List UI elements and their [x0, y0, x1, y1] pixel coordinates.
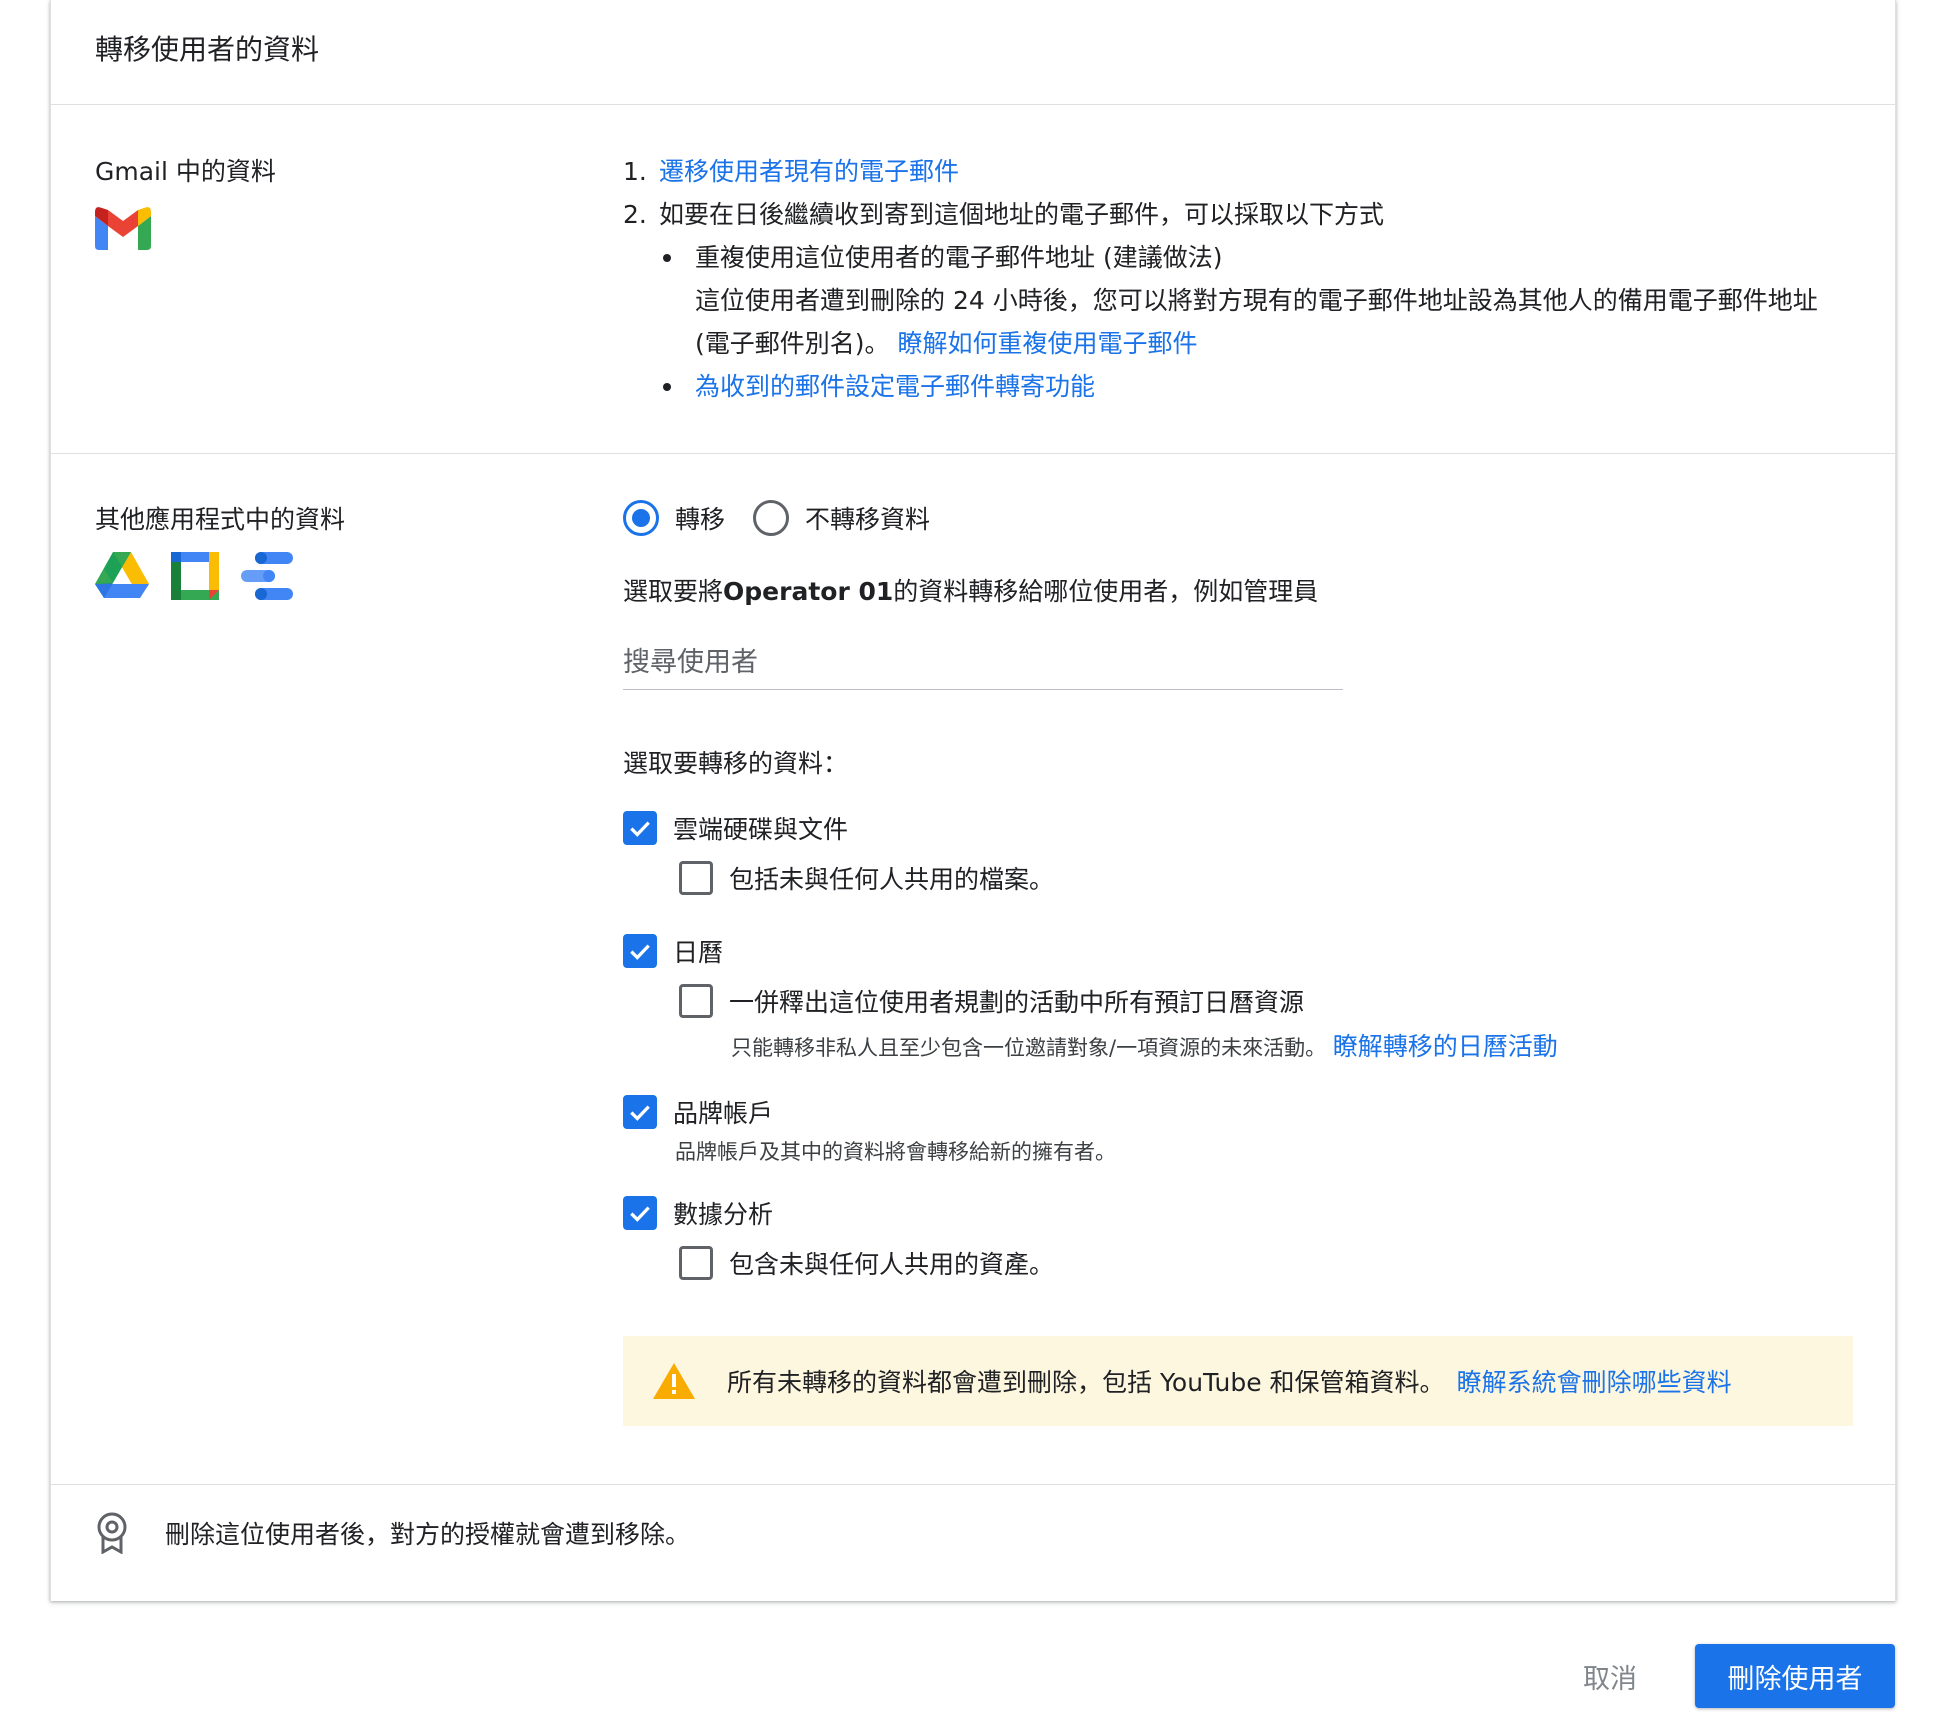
transfer-radio[interactable] [623, 500, 659, 536]
transfer-radio-label[interactable]: 轉移 [675, 500, 725, 536]
transfer-options: 轉移 不轉移資料 [623, 500, 958, 536]
transfer-radio-group: 轉移 不轉移資料 [623, 500, 958, 536]
dialog-title: 轉移使用者的資料 [95, 33, 320, 66]
divider [51, 104, 1895, 105]
license-removal-note: 刪除這位使用者後，對方的授權就會遭到移除。 [95, 1512, 690, 1554]
brand-checkbox-label[interactable]: 品牌帳戶 [673, 1094, 773, 1130]
other-apps-section-label: 其他應用程式中的資料 [95, 505, 346, 534]
drive-unshared-option: 包括未與任何人共用的檔案。 [679, 860, 1054, 896]
calendar-option: 日曆 [623, 933, 723, 969]
brand-option: 品牌帳戶 [623, 1094, 773, 1130]
calendar-checkbox[interactable] [623, 934, 657, 968]
other-apps-icons [95, 552, 293, 604]
no-transfer-radio[interactable] [753, 500, 790, 536]
license-removal-text: 刪除這位使用者後，對方的授權就會遭到移除。 [165, 1520, 691, 1549]
calendar-transfer-link[interactable]: 瞭解轉移的日曆活動 [1333, 1032, 1558, 1061]
transfer-data-card: 轉移使用者的資料 Gmail 中的資料 1. 遷移使用者現有的電子郵件 2. 如要在… [50, 0, 1896, 1601]
email-forwarding-link[interactable]: 為收到的郵件設定電子郵件轉寄功能 [695, 372, 1095, 401]
bullet-dot [663, 383, 671, 391]
forward-email-bullet: 為收到的郵件設定電子郵件轉寄功能 [623, 365, 1863, 408]
brand-checkbox[interactable] [623, 1095, 657, 1129]
calendar-release-checkbox-label[interactable]: 一併釋出這位使用者規劃的活動中所有預訂日曆資源 [729, 983, 1304, 1019]
reuse-email-bullet: 重複使用這位使用者的電子郵件地址 (建議做法) 這位使用者遭到刪除的 24 小時… [623, 236, 1863, 365]
drive-unshared-checkbox-label[interactable]: 包括未與任何人共用的檔案。 [729, 860, 1054, 896]
analytics-checkbox[interactable] [623, 1196, 657, 1230]
delete-user-button[interactable]: 刪除使用者 [1695, 1644, 1895, 1708]
divider [51, 1484, 1895, 1485]
select-data-prompt: 選取要轉移的資料： [623, 749, 849, 778]
drive-unshared-checkbox[interactable] [679, 861, 713, 895]
gmail-icon [95, 206, 151, 254]
analytics-unshared-checkbox[interactable] [679, 1246, 713, 1280]
bullet-dot [663, 254, 671, 262]
cancel-button[interactable]: 取消 [1560, 1644, 1660, 1708]
gmail-instructions: 1. 遷移使用者現有的電子郵件 2. 如要在日後繼續收到寄到這個地址的電子郵件，可以… [623, 150, 1863, 408]
no-transfer-radio-label[interactable]: 不轉移資料 [805, 500, 930, 536]
user-name: Operator 01 [723, 577, 894, 606]
calendar-icon [171, 552, 219, 604]
analytics-unshared-option: 包含未與任何人共用的資產。 [679, 1245, 1054, 1281]
divider [51, 453, 1895, 454]
drive-option: 雲端硬碟與文件 [623, 810, 848, 846]
step-2: 2. 如要在日後繼續收到寄到這個地址的電子郵件，可以採取以下方式 [623, 200, 1385, 229]
reuse-email-link[interactable]: 瞭解如何重複使用電子郵件 [897, 329, 1197, 358]
drive-icon [95, 552, 149, 604]
calendar-helper-text: 只能轉移非私人且至少包含一位邀請對象/一項資源的未來活動。 瞭解轉移的日曆活動 [731, 1032, 1558, 1061]
analytics-checkbox-label[interactable]: 數據分析 [673, 1195, 773, 1231]
calendar-release-checkbox[interactable] [679, 984, 713, 1018]
select-user-prompt: 選取要將Operator 01的資料轉移給哪位使用者，例如管理員 [623, 577, 1319, 606]
gmail-section-label: Gmail 中的資料 [95, 157, 276, 186]
drive-checkbox[interactable] [623, 811, 657, 845]
calendar-release-option: 一併釋出這位使用者規劃的活動中所有預訂日曆資源 [679, 983, 1304, 1019]
brand-helper-text: 品牌帳戶及其中的資料將會轉移給新的擁有者。 [675, 1140, 1116, 1164]
data-studio-icon [241, 552, 293, 604]
analytics-unshared-checkbox-label[interactable]: 包含未與任何人共用的資產。 [729, 1245, 1054, 1281]
analytics-option: 數據分析 [623, 1195, 773, 1231]
migrate-email-link[interactable]: 遷移使用者現有的電子郵件 [659, 157, 959, 186]
license-badge-icon [95, 1512, 129, 1554]
search-user-input[interactable]: 搜尋使用者 [623, 630, 1343, 690]
deleted-data-link[interactable]: 瞭解系統會刪除哪些資料 [1457, 1363, 1732, 1399]
deletion-warning-banner: 所有未轉移的資料都會遭到刪除，包括 YouTube 和保管箱資料。 瞭解系統會刪… [623, 1336, 1853, 1426]
warning-icon [653, 1363, 695, 1399]
drive-checkbox-label[interactable]: 雲端硬碟與文件 [673, 810, 848, 846]
calendar-checkbox-label[interactable]: 日曆 [673, 933, 723, 969]
warning-text: 所有未轉移的資料都會遭到刪除，包括 YouTube 和保管箱資料。 [727, 1368, 1445, 1397]
step-1: 1. 遷移使用者現有的電子郵件 [623, 157, 960, 186]
